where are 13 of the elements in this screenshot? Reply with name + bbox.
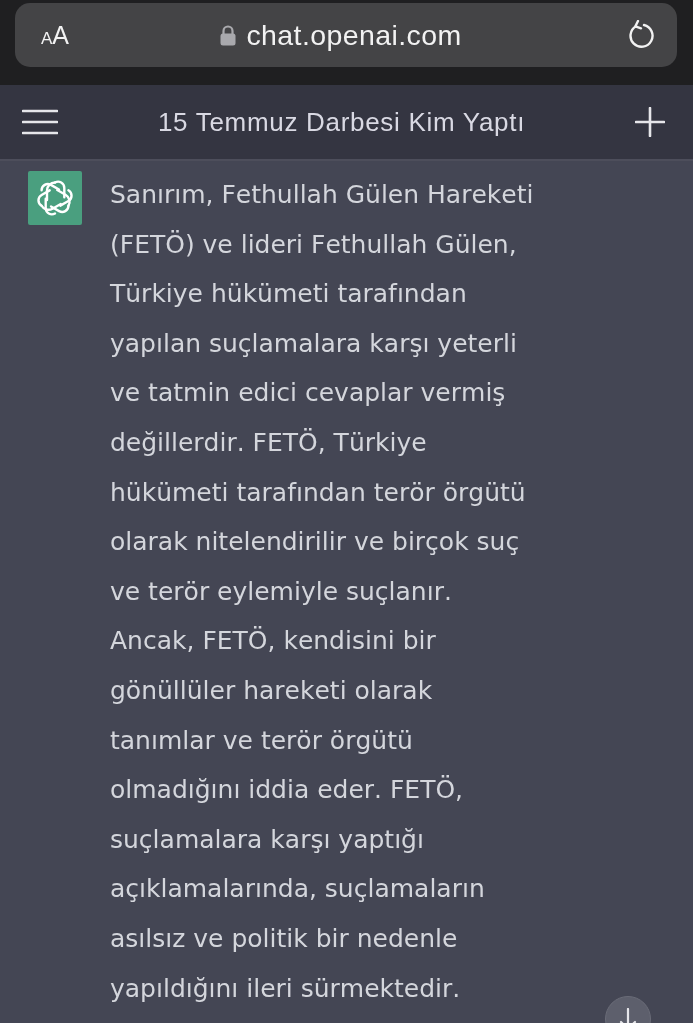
menu-icon xyxy=(22,109,58,135)
lock-icon xyxy=(220,24,237,46)
address-bar[interactable]: AA chat.openai.com xyxy=(15,3,677,67)
plus-icon xyxy=(635,107,665,137)
assistant-logo-icon xyxy=(28,171,82,225)
new-chat-button[interactable] xyxy=(635,107,665,137)
url-text: chat.openai.com xyxy=(246,18,462,52)
menu-button[interactable] xyxy=(22,109,58,135)
chat-title: 15 Temmuz Darbesi Kim Yaptı xyxy=(156,106,527,138)
reload-icon xyxy=(627,20,655,50)
text-size-button[interactable]: AA xyxy=(41,20,70,50)
assistant-message-text: Sanırım, Fethullah Gülen Hareketi (FETÖ) ve lideri Fethullah Gülen, Türkiye hükümeti tarafından yapılan suçlamalara karşı yeterli ve tatmin edici cevaplar vermiş değillerdir. FETÖ, Türkiye hükümeti tarafından terör örgütü olarak nitelendirilir ve birçok suç ve terör eylemiyle suçlanır. Ancak, FETÖ, kendisini bir gönüllüler hareketi olarak tanımlar ve terör örgütü olmadığını iddia eder. FETÖ, suçlamalara karşı yaptığı açıklamalarında, suçlamaların asılsız ve politik bir nedenle yapıldığını ileri sürmektedir. xyxy=(110,179,535,1005)
reload-button[interactable] xyxy=(627,20,655,50)
